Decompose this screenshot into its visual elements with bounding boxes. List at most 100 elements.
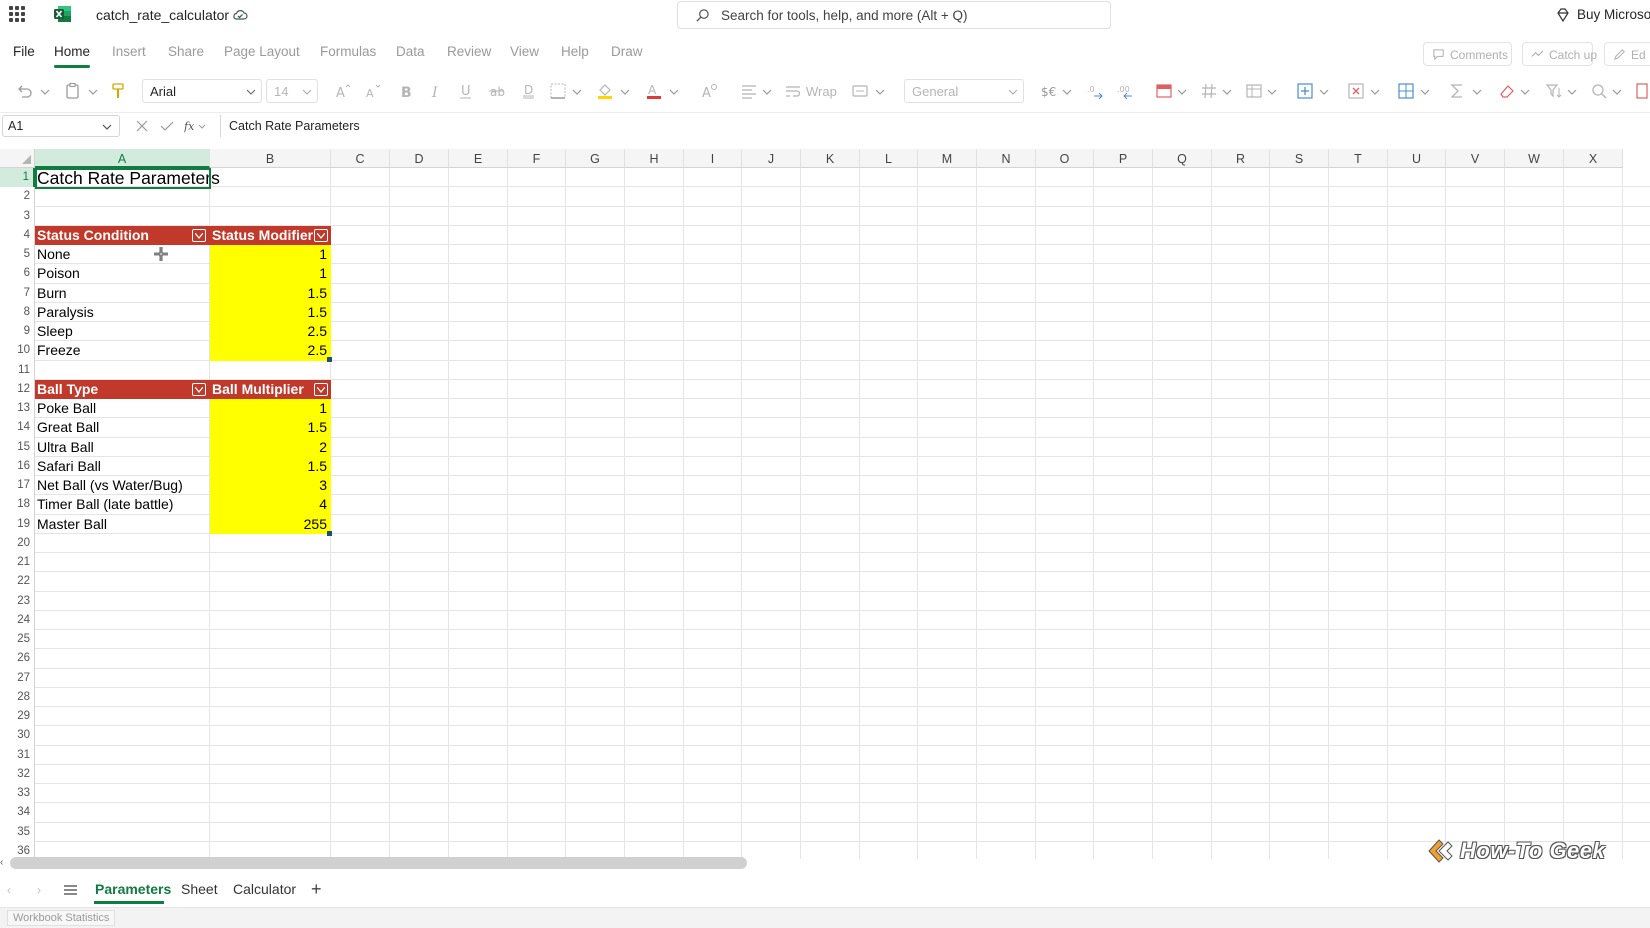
row-header-2[interactable]: 2	[0, 187, 35, 207]
status-condition-header[interactable]: Status Condition	[35, 225, 210, 245]
ball-name-cell[interactable]: Timer Ball (late battle)	[35, 495, 210, 514]
status-name-cell[interactable]: Paralysis	[35, 303, 210, 322]
column-header-s[interactable]: S	[1270, 149, 1329, 168]
wrap-text-label[interactable]: Wrap	[806, 84, 837, 99]
decrease-decimal-icon[interactable]: .00	[1116, 82, 1134, 100]
font-color-icon[interactable]: A	[645, 82, 663, 100]
strikethrough-icon[interactable]: ab	[487, 82, 505, 100]
tab-formulas[interactable]: Formulas	[320, 44, 376, 59]
chevron-down-icon[interactable]	[669, 82, 679, 100]
formula-input[interactable]: Catch Rate Parameters	[220, 115, 1650, 137]
ball-value-cell[interactable]: 1.5	[210, 456, 331, 476]
column-header-f[interactable]: F	[508, 149, 566, 168]
ball-table-resize-handle[interactable]	[327, 531, 332, 536]
search-box[interactable]: Search for tools, help, and more (Alt + …	[677, 1, 1111, 29]
tab-draw[interactable]: Draw	[611, 44, 643, 59]
editing-button[interactable]: Ed	[1604, 42, 1650, 66]
horizontal-scrollbar[interactable]	[10, 857, 747, 869]
chevron-down-icon[interactable]	[1472, 82, 1482, 100]
status-modifier-header[interactable]: Status Modifier	[210, 225, 331, 245]
chevron-down-icon[interactable]	[572, 82, 582, 100]
row-header-26[interactable]: 26	[0, 649, 35, 669]
bold-icon[interactable]: B	[397, 82, 415, 100]
filter-dropdown-icon[interactable]	[314, 228, 328, 242]
filter-dropdown-icon[interactable]	[192, 382, 206, 396]
row-header-5[interactable]: 5	[0, 245, 35, 265]
column-header-t[interactable]: T	[1329, 149, 1388, 168]
chevron-down-icon[interactable]	[1567, 82, 1577, 100]
insert-cells-icon[interactable]	[1296, 82, 1314, 100]
status-value-cell[interactable]: 2.5	[210, 322, 331, 342]
chevron-down-icon[interactable]	[1612, 82, 1622, 100]
row-header-35[interactable]: 35	[0, 822, 35, 842]
column-header-p[interactable]: P	[1094, 149, 1153, 168]
column-header-b[interactable]: B	[210, 149, 331, 168]
borders-icon[interactable]	[549, 82, 567, 100]
tab-help[interactable]: Help	[561, 44, 589, 59]
all-sheets-menu-icon[interactable]	[64, 885, 77, 895]
sheet-title-cell[interactable]: Catch Rate Parameters	[35, 168, 220, 188]
column-header-c[interactable]: C	[331, 149, 390, 168]
column-header-j[interactable]: J	[742, 149, 801, 168]
row-header-14[interactable]: 14	[0, 418, 35, 438]
status-name-cell[interactable]: None	[35, 245, 210, 264]
font-name-select[interactable]: Arial	[142, 79, 262, 103]
row-header-10[interactable]: 10	[0, 341, 35, 361]
ball-value-cell[interactable]: 1	[210, 399, 331, 419]
status-table-resize-handle[interactable]	[327, 357, 332, 362]
tab-file[interactable]: File	[13, 44, 35, 59]
ball-name-cell[interactable]: Ultra Ball	[35, 438, 210, 457]
ball-value-cell[interactable]: 3	[210, 476, 331, 496]
row-header-12[interactable]: 12	[0, 379, 35, 399]
document-title[interactable]: catch_rate_calculator	[96, 7, 229, 23]
ball-name-cell[interactable]: Great Ball	[35, 418, 210, 437]
next-sheet-icon[interactable]: ›	[37, 883, 41, 897]
tab-home[interactable]: Home	[54, 44, 90, 59]
row-header-22[interactable]: 22	[0, 572, 35, 592]
ball-value-cell[interactable]: 1.5	[210, 418, 331, 438]
ball-name-cell[interactable]: Net Ball (vs Water/Bug)	[35, 476, 210, 495]
cancel-entry-icon[interactable]	[135, 119, 149, 133]
column-header-m[interactable]: M	[918, 149, 977, 168]
column-header-k[interactable]: K	[801, 149, 860, 168]
clear-icon[interactable]	[1498, 82, 1516, 100]
row-header-23[interactable]: 23	[0, 591, 35, 611]
column-header-n[interactable]: N	[977, 149, 1036, 168]
status-value-cell[interactable]: 1	[210, 264, 331, 284]
filter-dropdown-icon[interactable]	[192, 228, 206, 242]
tab-review[interactable]: Review	[447, 44, 491, 59]
chevron-down-icon[interactable]	[88, 82, 98, 100]
ball-value-cell[interactable]: 2	[210, 437, 331, 457]
chevron-down-icon[interactable]	[875, 82, 885, 100]
ball-name-cell[interactable]: Poke Ball	[35, 399, 210, 418]
decrease-font-icon[interactable]: A	[364, 82, 382, 100]
column-header-d[interactable]: D	[390, 149, 449, 168]
filter-dropdown-icon[interactable]	[314, 382, 328, 396]
add-sheet-button[interactable]: +	[311, 879, 322, 900]
row-header-20[interactable]: 20	[0, 533, 35, 553]
column-header-q[interactable]: Q	[1153, 149, 1212, 168]
column-header-x[interactable]: X	[1564, 149, 1623, 168]
column-header-w[interactable]: W	[1505, 149, 1564, 168]
chevron-down-icon[interactable]	[1062, 82, 1072, 100]
app-launcher-icon[interactable]	[9, 6, 25, 22]
column-header-l[interactable]: L	[860, 149, 918, 168]
status-value-cell[interactable]: 1.5	[210, 283, 331, 303]
row-header-6[interactable]: 6	[0, 264, 35, 284]
catch-up-button[interactable]: Catch up	[1522, 42, 1597, 66]
double-underline-icon[interactable]: D	[520, 82, 538, 100]
chevron-down-icon[interactable]	[1177, 82, 1187, 100]
row-header-16[interactable]: 16	[0, 456, 35, 476]
select-all-corner[interactable]	[0, 149, 35, 168]
undo-icon[interactable]	[15, 82, 33, 100]
row-header-1[interactable]: 1	[0, 168, 35, 188]
row-header-30[interactable]: 30	[0, 726, 35, 746]
row-header-31[interactable]: 31	[0, 745, 35, 765]
ball-name-cell[interactable]: Master Ball	[35, 515, 210, 534]
scroll-left-icon[interactable]: ‹	[0, 857, 3, 868]
row-header-13[interactable]: 13	[0, 399, 35, 419]
fill-color-icon[interactable]	[596, 82, 614, 100]
row-header-32[interactable]: 32	[0, 764, 35, 784]
delete-cells-icon[interactable]	[1347, 82, 1365, 100]
row-header-17[interactable]: 17	[0, 476, 35, 496]
